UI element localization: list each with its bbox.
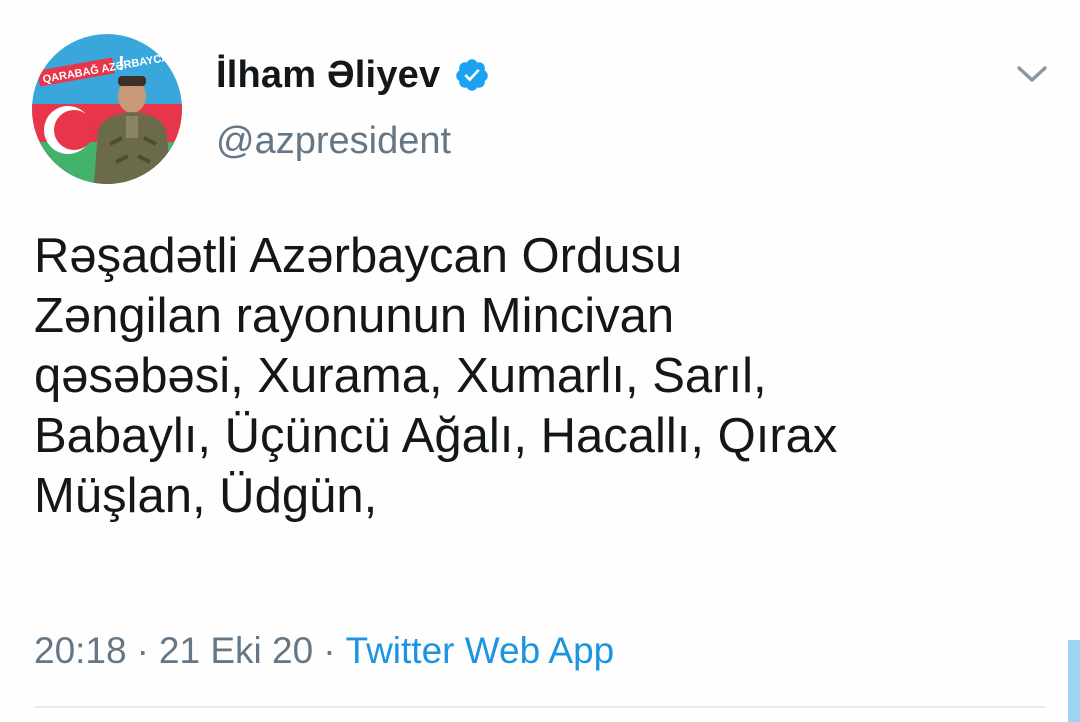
tweet-text: Rəşadətli Azərbaycan Ordusu Zəngilan ray… <box>34 226 1054 526</box>
avatar-banner-emphasis: ! <box>118 53 125 75</box>
tweet-card: QARABAĞ AZƏRBAYCANDIR ! İlham Əliyev @az… <box>0 0 1080 722</box>
tweet-text-line: Rəşadətli Azərbaycan Ordusu <box>34 229 683 283</box>
tweet-text-line: Zəngilan rayonunun Mincivan <box>34 289 675 343</box>
tweet-source-link[interactable]: Twitter Web App <box>346 630 615 672</box>
divider <box>34 706 1046 708</box>
meta-separator: · <box>323 630 336 671</box>
tweet-time[interactable]: 20:18 <box>34 630 127 672</box>
author-name-row[interactable]: İlham Əliyev <box>216 50 490 100</box>
avatar-image: QARABAĞ AZƏRBAYCANDIR ! <box>32 34 182 184</box>
verified-badge-icon <box>456 59 489 91</box>
tweet-text-line: qəsəbəsi, Xurama, Xumarlı, Sarıl, <box>34 349 767 403</box>
tweet-text-line: Babaylı, Üçüncü Ağalı, Hacallı, Qırax <box>34 409 838 463</box>
tweet-meta: 20:18 · 21 Eki 20 · Twitter Web App <box>34 626 614 676</box>
avatar[interactable]: QARABAĞ AZƏRBAYCANDIR ! <box>32 34 182 184</box>
author-display-name[interactable]: İlham Əliyev <box>216 54 440 97</box>
author-handle[interactable]: @azpresident <box>216 120 451 163</box>
meta-separator: · <box>136 630 149 671</box>
scroll-edge <box>1068 640 1080 722</box>
tweet-date[interactable]: 21 Eki 20 <box>159 630 313 672</box>
chevron-down-icon[interactable] <box>1010 56 1054 92</box>
tweet-text-line: Müşlan, Üdgün, <box>34 469 378 523</box>
